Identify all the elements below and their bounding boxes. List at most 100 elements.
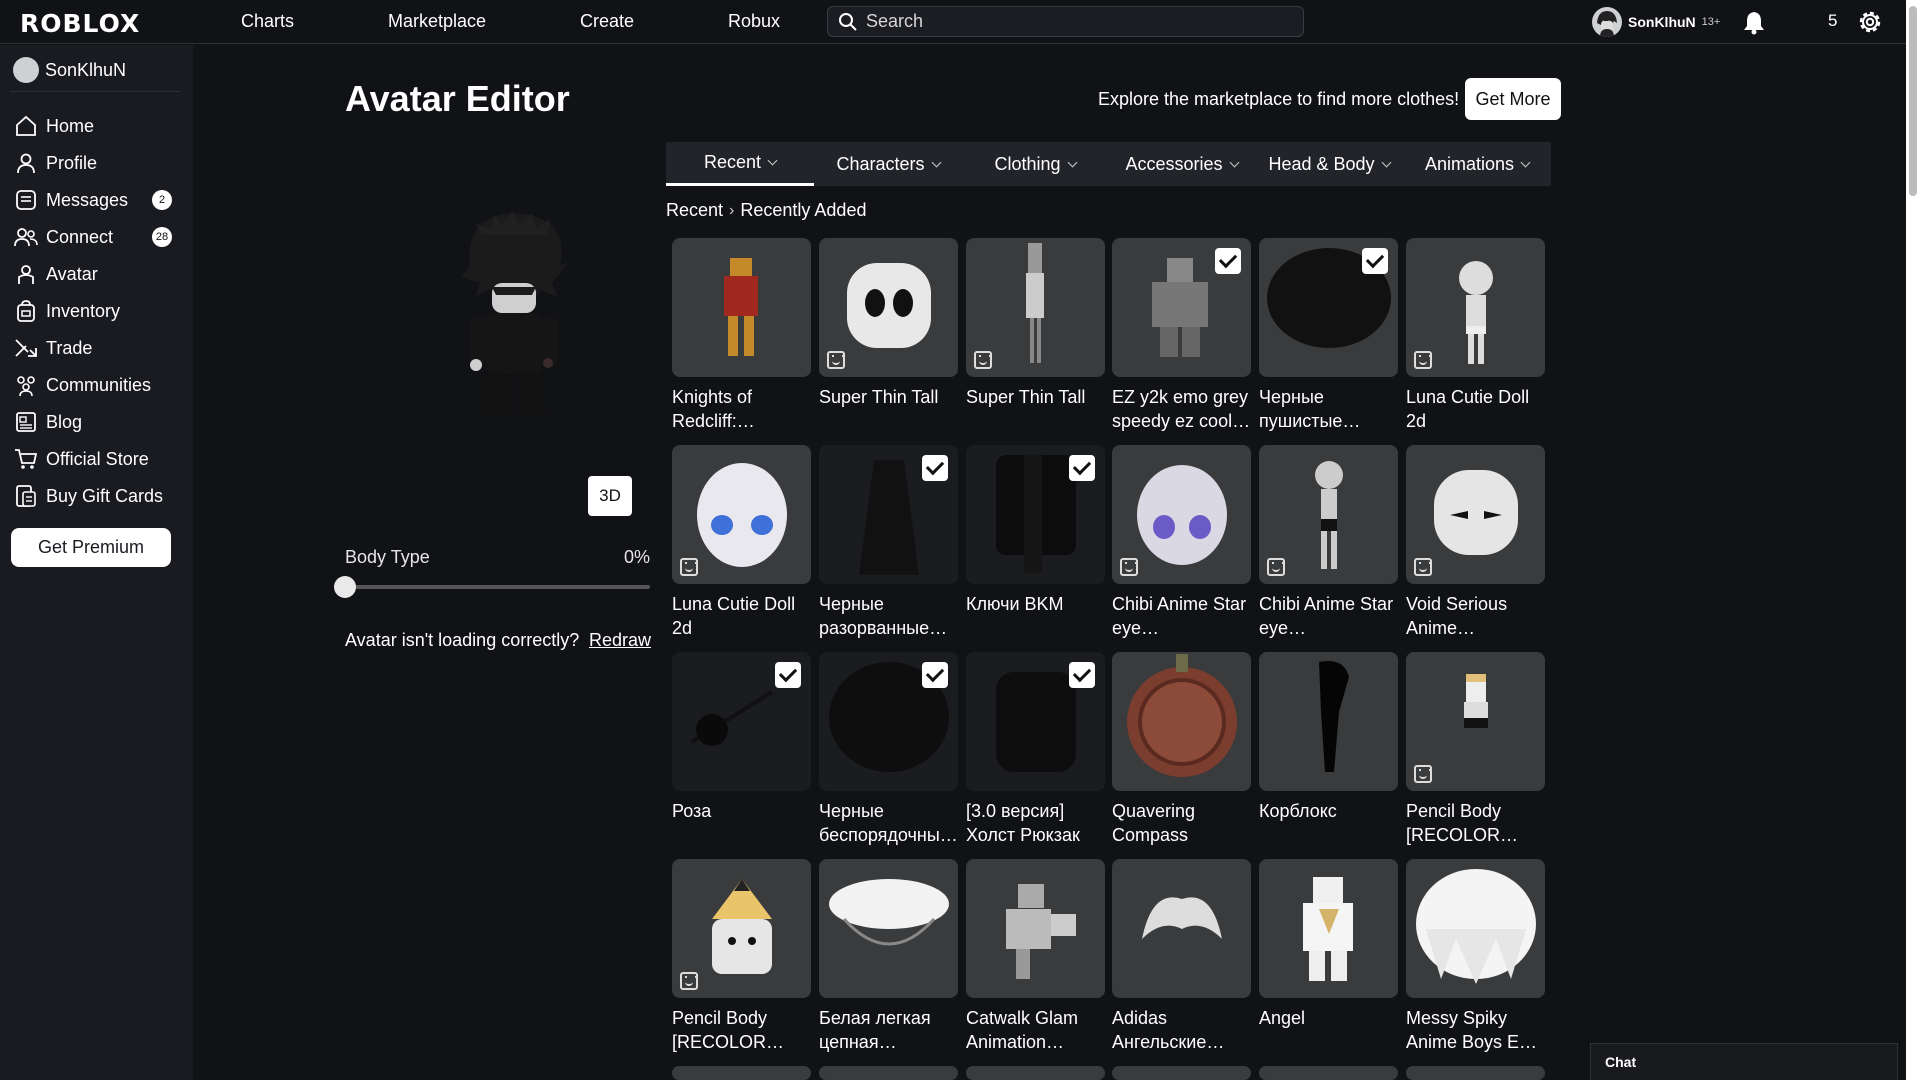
body-type-slider-track[interactable] [345,585,650,589]
breadcrumb-recent[interactable]: Recent [666,200,723,221]
item-name[interactable]: Chibi Anime Star eye… [1112,592,1251,640]
item-card[interactable]: Черные разорванные… [819,445,958,640]
item-card[interactable]: Pencil Body [RECOLOR… [672,859,811,1054]
item-name[interactable]: [3.0 версия] Холст Рюкзак [966,799,1105,847]
tab-animations[interactable]: Animations [1403,142,1551,186]
item-name[interactable]: Pencil Body [RECOLOR… [672,1006,811,1054]
item-name[interactable]: Белая легкая цепная… [819,1006,958,1054]
item-card[interactable]: Knights of Redcliff:… [672,238,811,433]
item-card[interactable]: Luna Cutie Doll 2d [672,445,811,640]
item-thumbnail[interactable] [966,238,1105,377]
sidebar-item-connect[interactable]: Connect 28 [14,223,184,251]
sidebar-item-official-store[interactable]: Official Store [14,445,184,473]
item-thumbnail[interactable] [819,859,958,998]
item-card[interactable]: Chibi Anime Star eye… [1112,445,1251,640]
sidebar-item-messages[interactable]: Messages 2 [14,186,184,214]
item-name[interactable]: Ключи BKM [966,592,1105,616]
item-thumbnail[interactable] [1112,238,1251,377]
avatar-preview[interactable] [440,205,590,425]
checkmark-icon[interactable] [775,662,801,688]
tab-clothing[interactable]: Clothing [962,142,1108,186]
item-name[interactable]: Adidas Ангельские… [1112,1006,1251,1054]
item-thumbnail[interactable] [1259,1066,1398,1080]
get-more-button[interactable]: Get More [1465,78,1561,120]
search-bar[interactable] [827,6,1304,37]
roblox-logo[interactable]: ROBLOX [20,9,140,38]
item-card[interactable]: Черные пушистые… [1259,238,1398,433]
item-card[interactable]: Черные беспорядочны… [819,652,958,847]
chat-panel[interactable]: Chat [1590,1043,1898,1080]
item-name[interactable]: EZ y2k emo grey speedy ez cool… [1112,385,1251,433]
checkmark-icon[interactable] [1215,248,1241,274]
item-name[interactable]: Catwalk Glam Animation… [966,1006,1105,1054]
item-name[interactable]: Chibi Anime Star eye… [1259,592,1398,640]
item-card[interactable]: Super Thin Tall [819,238,958,409]
checkmark-icon[interactable] [1069,455,1095,481]
user-chip[interactable]: SonKlhuN 13+ [1592,7,1720,37]
tab-accessories[interactable]: Accessories [1108,142,1255,186]
item-thumbnail[interactable] [1112,1066,1251,1080]
item-thumbnail[interactable] [819,445,958,584]
item-card[interactable]: [3.0 версия] Холст Рюкзак [966,652,1105,847]
redraw-link[interactable]: Redraw [589,630,651,651]
item-name[interactable]: Messy Spiky Anime Boys E… [1406,1006,1545,1054]
sidebar-item-avatar[interactable]: Avatar [14,260,184,288]
item-name[interactable]: Super Thin Tall [819,385,958,409]
item-card[interactable]: Super Thin Tall [966,238,1105,409]
item-name[interactable]: Void Serious Anime… [1406,592,1545,640]
nav-charts[interactable]: Charts [241,11,294,32]
item-thumbnail[interactable] [672,1066,811,1080]
search-input[interactable] [866,11,1266,32]
item-thumbnail[interactable] [1406,859,1545,998]
nav-marketplace[interactable]: Marketplace [388,11,486,32]
item-thumbnail[interactable] [966,859,1105,998]
item-thumbnail[interactable] [1112,859,1251,998]
item-thumbnail[interactable] [1259,859,1398,998]
item-thumbnail[interactable] [672,445,811,584]
checkmark-icon[interactable] [922,455,948,481]
item-name[interactable]: Корблокс [1259,799,1398,823]
item-name[interactable]: Черные пушистые… [1259,385,1398,433]
item-card[interactable]: Adidas Ангельские… [1112,859,1251,1054]
item-thumbnail[interactable] [819,652,958,791]
item-thumbnail[interactable] [966,652,1105,791]
item-card[interactable]: Роза [672,652,811,823]
nav-create[interactable]: Create [580,11,634,32]
sidebar-item-gift-cards[interactable]: Buy Gift Cards [14,482,184,510]
item-thumbnail[interactable] [672,859,811,998]
checkmark-icon[interactable] [1362,248,1388,274]
item-name[interactable]: Черные разорванные… [819,592,958,640]
sidebar-item-communities[interactable]: Communities [14,371,184,399]
gear-icon[interactable] [1856,8,1884,36]
item-thumbnail[interactable] [966,1066,1105,1080]
sidebar-item-inventory[interactable]: Inventory [14,297,184,325]
item-name[interactable]: Knights of Redcliff:… [672,385,811,433]
sidebar-item-profile[interactable]: Profile [14,149,184,177]
item-thumbnail[interactable] [966,445,1105,584]
get-premium-button[interactable]: Get Premium [11,528,171,567]
item-thumbnail[interactable] [819,1066,958,1080]
item-thumbnail[interactable] [1112,445,1251,584]
item-name[interactable]: Super Thin Tall [966,385,1105,409]
item-card[interactable]: EZ y2k emo grey speedy ez cool… [1112,238,1251,433]
item-card[interactable]: Angel [1259,859,1398,1030]
item-card[interactable]: Luna Cutie Doll 2d [1406,238,1545,433]
item-thumbnail[interactable] [819,238,958,377]
item-thumbnail[interactable] [1406,238,1545,377]
item-name[interactable]: Роза [672,799,811,823]
item-name[interactable]: Черные беспорядочны… [819,799,958,847]
item-name[interactable]: Luna Cutie Doll 2d [1406,385,1545,433]
body-type-slider-handle[interactable] [334,576,356,598]
item-thumbnail[interactable] [672,238,811,377]
item-thumbnail[interactable] [1259,652,1398,791]
item-card[interactable]: Ключи BKM [966,445,1105,616]
item-name[interactable]: Pencil Body [RECOLOR… [1406,799,1545,847]
item-name[interactable]: Luna Cutie Doll 2d [672,592,811,640]
tab-characters[interactable]: Characters [814,142,962,186]
sidebar-item-blog[interactable]: Blog [14,408,184,436]
item-thumbnail[interactable] [1406,445,1545,584]
item-thumbnail[interactable] [1406,1066,1545,1080]
checkmark-icon[interactable] [1069,662,1095,688]
view-3d-toggle[interactable]: 3D [588,476,632,516]
item-thumbnail[interactable] [1259,238,1398,377]
